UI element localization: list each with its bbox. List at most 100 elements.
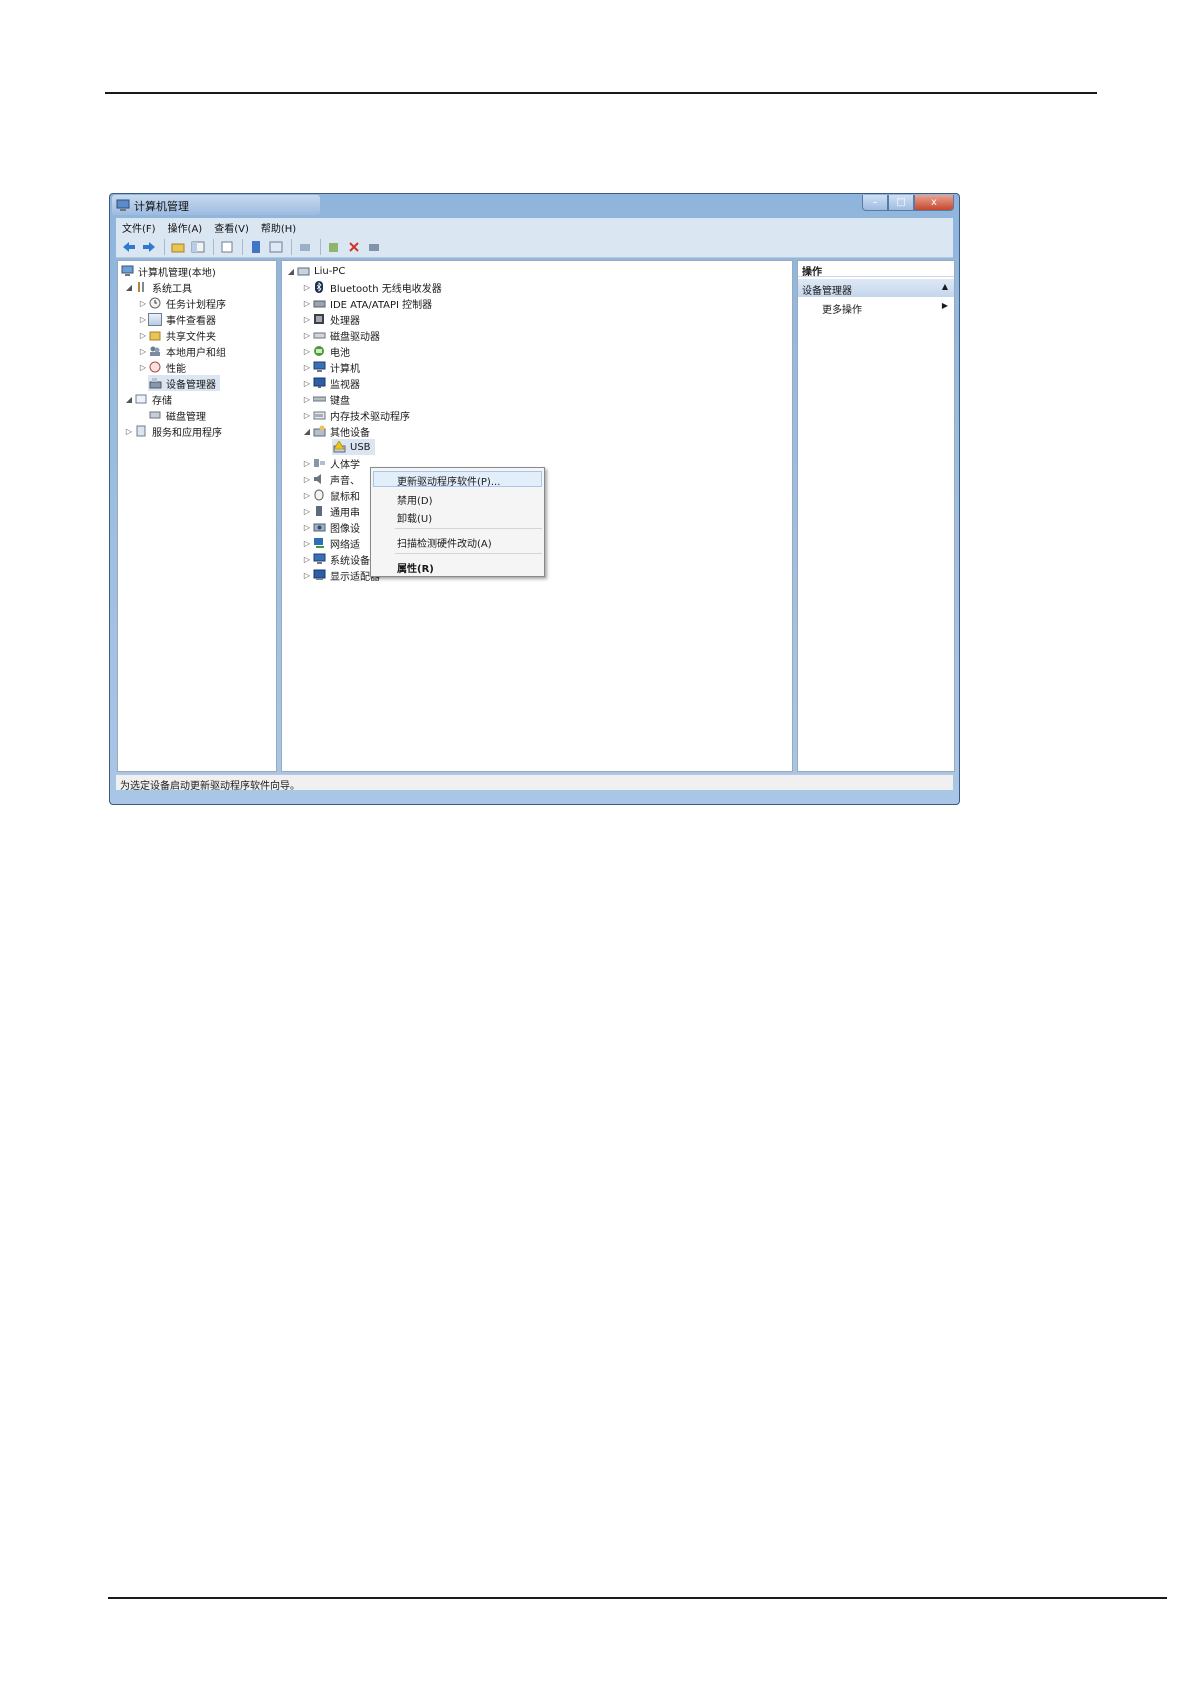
device-category-memory[interactable]: ▷ 内存技术驱动程序	[302, 407, 410, 423]
device-category-other-devices[interactable]: ◢ 其他设备	[302, 423, 370, 439]
device-category-computer[interactable]: ▷ 计算机	[302, 359, 360, 375]
collapsed-arrow-icon[interactable]: ▷	[302, 347, 312, 356]
device-category-imaging[interactable]: ▷ 图像设	[302, 519, 360, 535]
device-category-system-devices[interactable]: ▷ 系统设备	[302, 551, 370, 567]
collapsed-arrow-icon[interactable]: ▷	[302, 379, 312, 388]
collapsed-arrow-icon[interactable]: ▷	[302, 299, 312, 308]
device-category-ide[interactable]: ▷ IDE ATA/ATAPI 控制器	[302, 295, 432, 311]
device-category-battery[interactable]: ▷ 电池	[302, 343, 350, 359]
more-actions-link[interactable]: 更多操作	[822, 301, 862, 316]
menu-action[interactable]: 操作(A)	[162, 218, 209, 236]
tree-item-services-apps[interactable]: ▷ 服务和应用程序	[124, 423, 222, 439]
tree-item-computer-management[interactable]: 计算机管理(本地)	[120, 263, 216, 279]
minimize-button[interactable]: –	[862, 195, 888, 211]
collapsed-arrow-icon[interactable]: ▷	[302, 395, 312, 404]
collapsed-arrow-icon[interactable]: ▷	[302, 571, 312, 580]
tree-item-shared-folders[interactable]: ▷ 共享文件夹	[138, 327, 216, 343]
device-label: 图像设	[330, 523, 360, 535]
tree-item-task-scheduler[interactable]: ▷ 任务计划程序	[138, 295, 226, 311]
help-icon[interactable]	[247, 238, 265, 256]
device-label: 磁盘驱动器	[330, 331, 380, 343]
device-category-display-adapters[interactable]: ▷ 显示适配器	[302, 567, 380, 583]
tree-item-local-users[interactable]: ▷ 本地用户和组	[138, 343, 226, 359]
device-root-liu-pc[interactable]: ◢ Liu-PC	[286, 263, 345, 279]
collapsed-arrow-icon[interactable]: ▷	[302, 315, 312, 324]
menu-item-update-driver[interactable]: 更新驱动程序软件(P)...	[397, 473, 500, 488]
expanded-arrow-icon[interactable]: ◢	[286, 267, 296, 276]
device-category-disk-drives[interactable]: ▷ 磁盘驱动器	[302, 327, 380, 343]
expanded-arrow-icon[interactable]: ◢	[124, 395, 134, 404]
tree-item-label: 本地用户和组	[166, 347, 226, 359]
tree-item-device-manager[interactable]: 设备管理器	[148, 375, 220, 391]
collapsed-arrow-icon[interactable]: ▷	[302, 555, 312, 564]
export-list-icon[interactable]	[218, 238, 236, 256]
collapsed-arrow-icon[interactable]: ▷	[302, 539, 312, 548]
collapsed-arrow-icon[interactable]: ▷	[302, 491, 312, 500]
expanded-arrow-icon[interactable]: ◢	[302, 427, 312, 436]
up-folder-icon[interactable]	[169, 238, 187, 256]
device-category-keyboard[interactable]: ▷ 键盘	[302, 391, 350, 407]
enable-device-icon[interactable]	[365, 238, 383, 256]
collapsed-arrow-icon[interactable]: ▷	[124, 427, 134, 436]
context-menu-separator	[395, 553, 542, 554]
device-usb-unknown[interactable]: USB	[332, 439, 375, 455]
maximize-button[interactable]: □	[888, 195, 914, 211]
actions-section-device-manager[interactable]: 设备管理器 ▲	[798, 279, 954, 297]
expanded-arrow-icon[interactable]: ◢	[124, 283, 134, 292]
uninstall-icon[interactable]	[345, 238, 363, 256]
tree-item-storage[interactable]: ◢ 存储	[124, 391, 172, 407]
device-category-sound[interactable]: ▷ 声音、	[302, 471, 360, 487]
show-hide-tree-icon[interactable]	[189, 238, 207, 256]
collapsed-arrow-icon[interactable]: ▷	[302, 331, 312, 340]
tree-item-event-viewer[interactable]: ▷ 事件查看器	[138, 311, 216, 327]
collapse-up-icon[interactable]: ▲	[942, 282, 948, 291]
device-category-mouse[interactable]: ▷ 鼠标和	[302, 487, 360, 503]
menu-view[interactable]: 查看(V)	[208, 218, 255, 236]
device-category-hid[interactable]: ▷ 人体学	[302, 455, 360, 471]
computer-icon	[312, 361, 326, 374]
forward-arrow-icon[interactable]	[140, 238, 158, 256]
collapsed-arrow-icon[interactable]: ▷	[302, 459, 312, 468]
device-category-monitor[interactable]: ▷ 监视器	[302, 375, 360, 391]
collapsed-arrow-icon[interactable]: ▷	[138, 347, 148, 356]
device-label: 处理器	[330, 315, 360, 327]
window-title: 计算机管理	[134, 200, 189, 213]
collapsed-arrow-icon[interactable]: ▷	[138, 331, 148, 340]
menu-help[interactable]: 帮助(H)	[255, 218, 302, 236]
menu-item-uninstall[interactable]: 卸载(U)	[397, 510, 432, 525]
title-bar[interactable]: 计算机管理 – □ x	[110, 194, 959, 216]
menu-item-properties[interactable]: 属性(R)	[397, 560, 434, 575]
menu-item-disable[interactable]: 禁用(D)	[397, 492, 433, 507]
device-label: 网络适	[330, 539, 360, 551]
collapsed-arrow-icon[interactable]: ▷	[302, 523, 312, 532]
device-label: 键盘	[330, 395, 350, 407]
close-button[interactable]: x	[914, 195, 954, 211]
tree-item-performance[interactable]: ▷ 性能	[138, 359, 186, 375]
collapsed-arrow-icon[interactable]: ▷	[302, 283, 312, 292]
device-category-usb-controllers[interactable]: ▷ 通用串	[302, 503, 360, 519]
ide-icon	[312, 297, 326, 310]
device-label: USB	[350, 441, 371, 453]
device-category-bluetooth[interactable]: ▷ Bluetooth 无线电收发器	[302, 279, 442, 295]
collapsed-arrow-icon[interactable]: ▷	[138, 315, 148, 324]
device-label: 计算机	[330, 363, 360, 375]
back-arrow-icon[interactable]	[120, 238, 138, 256]
menu-file[interactable]: 文件(F)	[116, 218, 162, 236]
menu-item-scan-hardware[interactable]: 扫描检测硬件改动(A)	[397, 535, 492, 550]
collapsed-arrow-icon[interactable]: ▷	[138, 363, 148, 372]
properties-icon[interactable]	[267, 238, 285, 256]
folder-icon	[148, 329, 162, 342]
device-label: Bluetooth 无线电收发器	[330, 283, 442, 295]
collapsed-arrow-icon[interactable]: ▷	[302, 411, 312, 420]
submenu-arrow-icon[interactable]: ▶	[942, 301, 948, 310]
tree-item-system-tools[interactable]: ◢ 系统工具	[124, 279, 192, 295]
device-category-processor[interactable]: ▷ 处理器	[302, 311, 360, 327]
update-driver-icon[interactable]	[325, 238, 343, 256]
collapsed-arrow-icon[interactable]: ▷	[302, 507, 312, 516]
tree-item-disk-management[interactable]: 磁盘管理	[148, 407, 206, 423]
device-category-network[interactable]: ▷ 网络适	[302, 535, 360, 551]
collapsed-arrow-icon[interactable]: ▷	[138, 299, 148, 308]
collapsed-arrow-icon[interactable]: ▷	[302, 475, 312, 484]
scan-hardware-icon[interactable]	[296, 238, 314, 256]
collapsed-arrow-icon[interactable]: ▷	[302, 363, 312, 372]
